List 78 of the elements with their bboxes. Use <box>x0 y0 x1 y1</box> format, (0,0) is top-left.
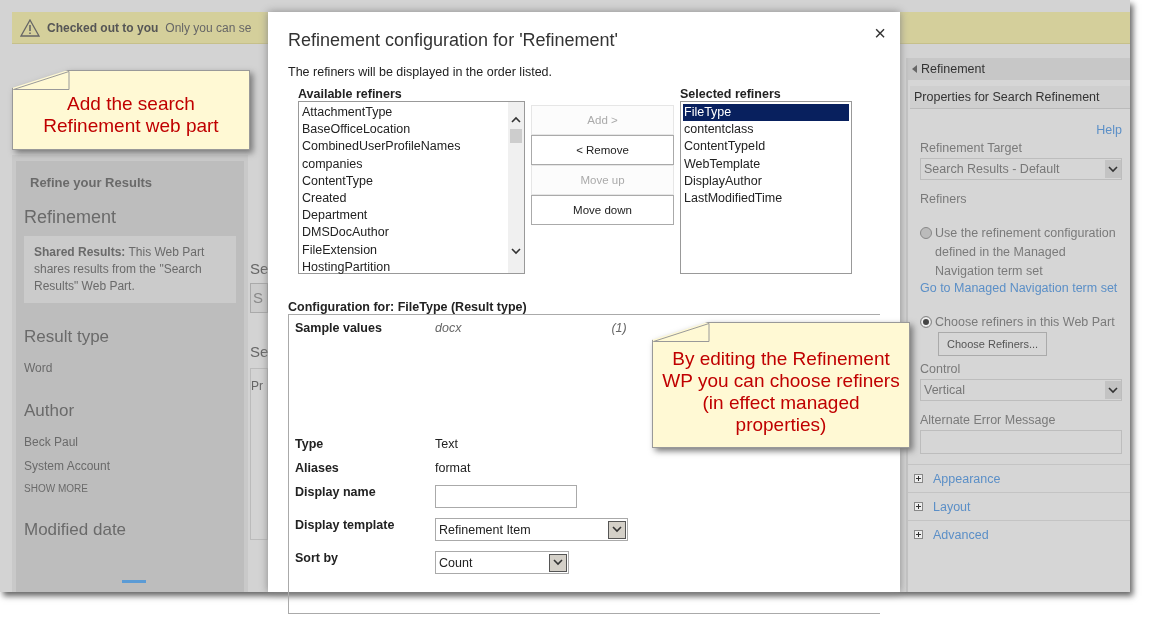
choose-refiners-button[interactable]: Choose Refiners... <box>938 332 1048 356</box>
field-label: Type <box>295 437 325 451</box>
dialog-title: Refinement configuration for 'Refinement' <box>288 30 619 51</box>
field-value: format <box>435 461 471 475</box>
caret-icon <box>1108 165 1118 173</box>
config-heading: Configuration for: FileType (Result type) <box>288 300 528 314</box>
panel-heading: Refine your Results <box>30 175 153 190</box>
caret-icon <box>612 526 622 533</box>
list-item[interactable]: WebTemplate <box>683 155 849 173</box>
list-item[interactable]: HostingPartition <box>301 258 506 277</box>
selected-list[interactable]: FileType contentclass ContentTypeId WebTemplate DisplayAuthor LastModifiedTime <box>680 101 852 274</box>
callout-text: Add the search Refinement web part <box>42 93 220 137</box>
scrollbar[interactable] <box>508 102 524 273</box>
sample-count: (1) <box>611 321 627 335</box>
expand-icon[interactable] <box>914 530 923 539</box>
list-item[interactable]: DisplayAuthor <box>683 172 849 190</box>
radio-label: Use the refinement configuration defined in the Managed Navigation term set <box>935 225 1117 280</box>
list-item[interactable]: BaseOfficeLocation <box>301 121 506 139</box>
error-message-field[interactable] <box>920 430 1122 454</box>
list-item[interactable]: AttachmentType <box>301 104 506 122</box>
radio-button[interactable] <box>920 227 932 239</box>
list-item[interactable]: Created <box>301 190 506 208</box>
list-item[interactable]: FileType <box>683 104 849 122</box>
scroll-thumb[interactable] <box>510 129 522 143</box>
field-label: Refinement Target <box>920 141 1023 155</box>
scroll-up-icon[interactable] <box>511 116 521 123</box>
dialog-intro: The refiners will be displayed in the order listed. <box>288 65 554 79</box>
refiner-title: Result type <box>24 327 110 347</box>
available-list[interactable]: AttachmentType BaseOfficeLocation CombinedUserProfileNames companies ContentType Created Department DMSDocAuthor FileExtension HostingPartition <box>298 101 525 274</box>
caret-icon <box>1108 386 1118 394</box>
list-action-button[interactable]: Move down <box>531 195 674 225</box>
radio-label: Choose refiners in this Web Part <box>935 314 1115 331</box>
list-item[interactable]: LastModifiedTime <box>683 190 849 208</box>
list-action-button[interactable]: < Remove <box>531 135 674 165</box>
range-indicator <box>122 580 146 583</box>
refiner-title: Author <box>24 401 75 421</box>
caret-icon <box>553 559 563 566</box>
dropdown[interactable]: Count <box>435 551 569 574</box>
list-label: Available refiners <box>298 87 403 101</box>
field-label: Sample values <box>295 321 383 335</box>
panel-title: Refinement <box>24 207 117 228</box>
field-label: Display name <box>295 485 377 499</box>
dropdown[interactable]: Refinement Item <box>435 518 628 541</box>
field-label: Aliases <box>295 461 340 475</box>
expand-icon[interactable] <box>914 474 923 483</box>
section-heading: Se <box>250 343 268 360</box>
list-label: Selected refiners <box>680 87 782 101</box>
shared-results-notice: Shared Results: This Web Part shares results from the "Search Results" Web Part. <box>24 236 236 303</box>
tool-pane-title: Refinement <box>921 62 985 76</box>
list-item[interactable]: DMSDocAuthor <box>301 224 506 242</box>
tool-pane-subtitle: Properties for Search Refinement <box>910 86 1130 109</box>
list-item[interactable]: contentclass <box>683 121 849 139</box>
section-heading: Se <box>250 260 268 277</box>
list-item[interactable]: FileExtension <box>301 241 506 259</box>
scroll-down-icon[interactable] <box>511 248 521 255</box>
field-label: Display template <box>295 518 396 532</box>
field-value: Text <box>435 437 458 451</box>
list-item[interactable]: ContentType <box>301 172 506 190</box>
banner-title: Checked out to you <box>47 20 159 35</box>
field-label: Control <box>920 362 962 376</box>
content-frame: Pr <box>250 368 268 540</box>
collapse-icon <box>912 65 917 73</box>
expand-icon[interactable] <box>914 502 923 511</box>
warning-icon <box>20 18 40 37</box>
refiner-title: Modified date <box>24 520 127 540</box>
list-item[interactable]: ContentTypeId <box>683 138 849 156</box>
field-label: Refiners <box>920 192 968 206</box>
callout-text: By editing the Refinement WP you can choose refiners (in effect managed properties) <box>661 348 901 436</box>
list-item[interactable]: CombinedUserProfileNames <box>301 138 506 156</box>
display-name-field[interactable] <box>435 485 577 508</box>
list-item[interactable]: Department <box>301 207 506 225</box>
list-item[interactable]: companies <box>301 155 506 173</box>
sample-value: docx <box>435 321 462 335</box>
close-button[interactable]: × <box>872 22 888 45</box>
field-label: Alternate Error Message <box>920 413 1057 427</box>
banner-message: Only you can se <box>165 20 252 35</box>
radio-button[interactable] <box>920 316 932 328</box>
field-label: Sort by <box>295 551 340 565</box>
